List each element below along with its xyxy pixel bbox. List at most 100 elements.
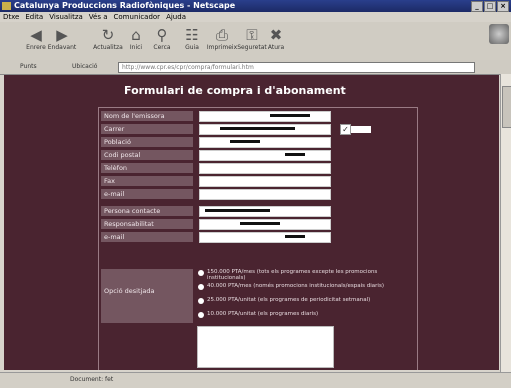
option-item[interactable]: 10.000 PTA/unitat (els programes diaris) (197, 311, 415, 325)
text-input[interactable] (199, 163, 331, 174)
redacted-entry (205, 209, 270, 212)
toolbar-button-label: Cerca (153, 44, 171, 51)
location-bar: Punts Ubicació http://www.cpr.es/cpr/com… (0, 60, 511, 75)
toolbar-button-9[interactable]: ✖ Atura (260, 24, 292, 56)
toolbar-button-label: Guia (185, 44, 199, 51)
redacted-entry (285, 153, 305, 156)
toolbar-button-label: Endavant (47, 44, 77, 51)
redacted-entry (220, 127, 295, 130)
netscape-logo (489, 24, 509, 44)
radio-button[interactable] (198, 270, 204, 276)
toolbar-button-label: Atura (267, 44, 285, 51)
comments-textarea[interactable] (197, 326, 334, 368)
url-input[interactable]: http://www.cpr.es/cpr/compra/formulari.h… (118, 62, 475, 73)
page-content: Formulari de compra i d'abonament Opció … (4, 75, 499, 370)
radio-button[interactable] (198, 312, 204, 318)
scroll-thumb[interactable] (502, 86, 511, 128)
page-title: Formulari de compra i d'abonament (124, 84, 346, 97)
form-row: Responsabilitat (99, 218, 417, 230)
option-label: 10.000 PTA/unitat (els programes diaris) (207, 311, 319, 317)
forward-arrow-icon: ▶ (56, 26, 68, 44)
field-label: e-mail (101, 232, 193, 242)
options-label: Opció desitjada (101, 269, 193, 323)
field-label: Persona contacte (101, 206, 193, 216)
location-label: Ubicació (72, 63, 98, 70)
field-label: Responsabilitat (101, 219, 193, 229)
toolbar-button-5[interactable]: ⚲ Cerca (146, 24, 178, 56)
text-input[interactable] (199, 111, 331, 122)
text-input[interactable] (199, 232, 331, 243)
menu-item[interactable]: Edita (25, 13, 43, 21)
stop-icon: ✖ (269, 26, 283, 44)
option-item[interactable]: 150.000 PTA/mes (tots els programes exce… (197, 269, 415, 283)
navigation-toolbar: ◀ Enrere ▶ Endavant ↻ Actualitza ⌂ Inici ⚲ Cerca ☷… (0, 22, 511, 61)
maximize-button[interactable]: □ (484, 1, 496, 12)
text-input[interactable] (199, 137, 331, 148)
field-label: Codi postal (101, 150, 193, 160)
text-input[interactable] (199, 189, 331, 200)
security-lock-icon: ⚿ (246, 26, 258, 44)
window-title: Catalunya Produccions Radiofòniques - Ne… (14, 1, 236, 10)
menu-item[interactable]: Ajuda (166, 13, 186, 21)
order-form: Opció desitjada 150.000 PTA/mes (tots el… (98, 107, 418, 370)
status-text: Document: fet (70, 376, 114, 383)
field-label: Carrer (101, 124, 193, 134)
text-input[interactable] (199, 124, 331, 135)
text-input[interactable] (199, 176, 331, 187)
option-item[interactable]: 40.000 PTA/mes (només promocions institu… (197, 283, 415, 297)
menu-bar: Dtxe Edita Visualitza Vés a Comunicador … (0, 12, 511, 22)
toolbar-button-2[interactable]: ▶ Endavant (46, 24, 78, 56)
print-icon: ⎙ (215, 26, 228, 44)
text-input[interactable] (199, 219, 331, 230)
checkbox[interactable]: ✓ (340, 124, 351, 135)
option-label: 25.000 PTA/unitat (els programes de peri… (207, 297, 371, 303)
window-controls: _ □ × (471, 1, 509, 12)
netscape-app-icon (2, 2, 11, 10)
field-label: Fax (101, 176, 193, 186)
search-icon: ⚲ (156, 26, 168, 44)
redacted-entry (270, 114, 310, 117)
menu-item[interactable]: Visualitza (49, 13, 83, 21)
option-label: 150.000 PTA/mes (tots els programes exce… (207, 269, 378, 281)
redacted-entry (240, 222, 280, 225)
redacted-entry (230, 140, 260, 143)
form-row: Codi postal (99, 149, 417, 161)
option-label: 40.000 PTA/mes (només promocions institu… (207, 283, 384, 289)
field-label: Telèfon (101, 163, 193, 173)
options-group: 150.000 PTA/mes (tots els programes exce… (197, 269, 415, 325)
back-arrow-icon: ◀ (30, 26, 42, 44)
text-input[interactable] (199, 150, 331, 161)
field-label: Població (101, 137, 193, 147)
form-row: Nom de l'emissora (99, 110, 417, 122)
form-row: Carrer ✓ (99, 123, 417, 135)
toolbar-button-label: Imprimeix (206, 44, 238, 51)
text-input[interactable] (199, 206, 331, 217)
small-input[interactable] (351, 126, 371, 133)
minimize-button[interactable]: _ (471, 1, 483, 12)
toolbar-button-6[interactable]: ☷ Guia (176, 24, 208, 56)
form-row: e-mail (99, 231, 417, 243)
window-titlebar: Catalunya Produccions Radiofòniques - Ne… (0, 0, 511, 12)
vertical-scrollbar[interactable] (500, 74, 511, 372)
option-item[interactable]: 25.000 PTA/unitat (els programes de peri… (197, 297, 415, 311)
form-row: Població (99, 136, 417, 148)
radio-button[interactable] (198, 284, 204, 290)
redacted-entry (285, 235, 305, 238)
menu-item[interactable]: Comunicador (114, 13, 161, 21)
form-row: e-mail (99, 188, 417, 200)
status-bar: Document: fet (0, 372, 511, 388)
close-button[interactable]: × (497, 1, 509, 12)
bookmarks-button[interactable]: Punts (20, 63, 37, 70)
form-row: Fax (99, 175, 417, 187)
radio-button[interactable] (198, 298, 204, 304)
home-icon: ⌂ (131, 26, 141, 44)
field-label: Nom de l'emissora (101, 111, 193, 121)
field-label: e-mail (101, 189, 193, 199)
toolbar-button-7[interactable]: ⎙ Imprimeix (206, 24, 238, 56)
form-row: Persona contacte (99, 205, 417, 217)
guide-icon: ☷ (185, 26, 199, 44)
form-row: Telèfon (99, 162, 417, 174)
menu-item[interactable]: Dtxe (3, 13, 19, 21)
reload-icon: ↻ (101, 26, 115, 44)
menu-item[interactable]: Vés a (89, 13, 108, 21)
